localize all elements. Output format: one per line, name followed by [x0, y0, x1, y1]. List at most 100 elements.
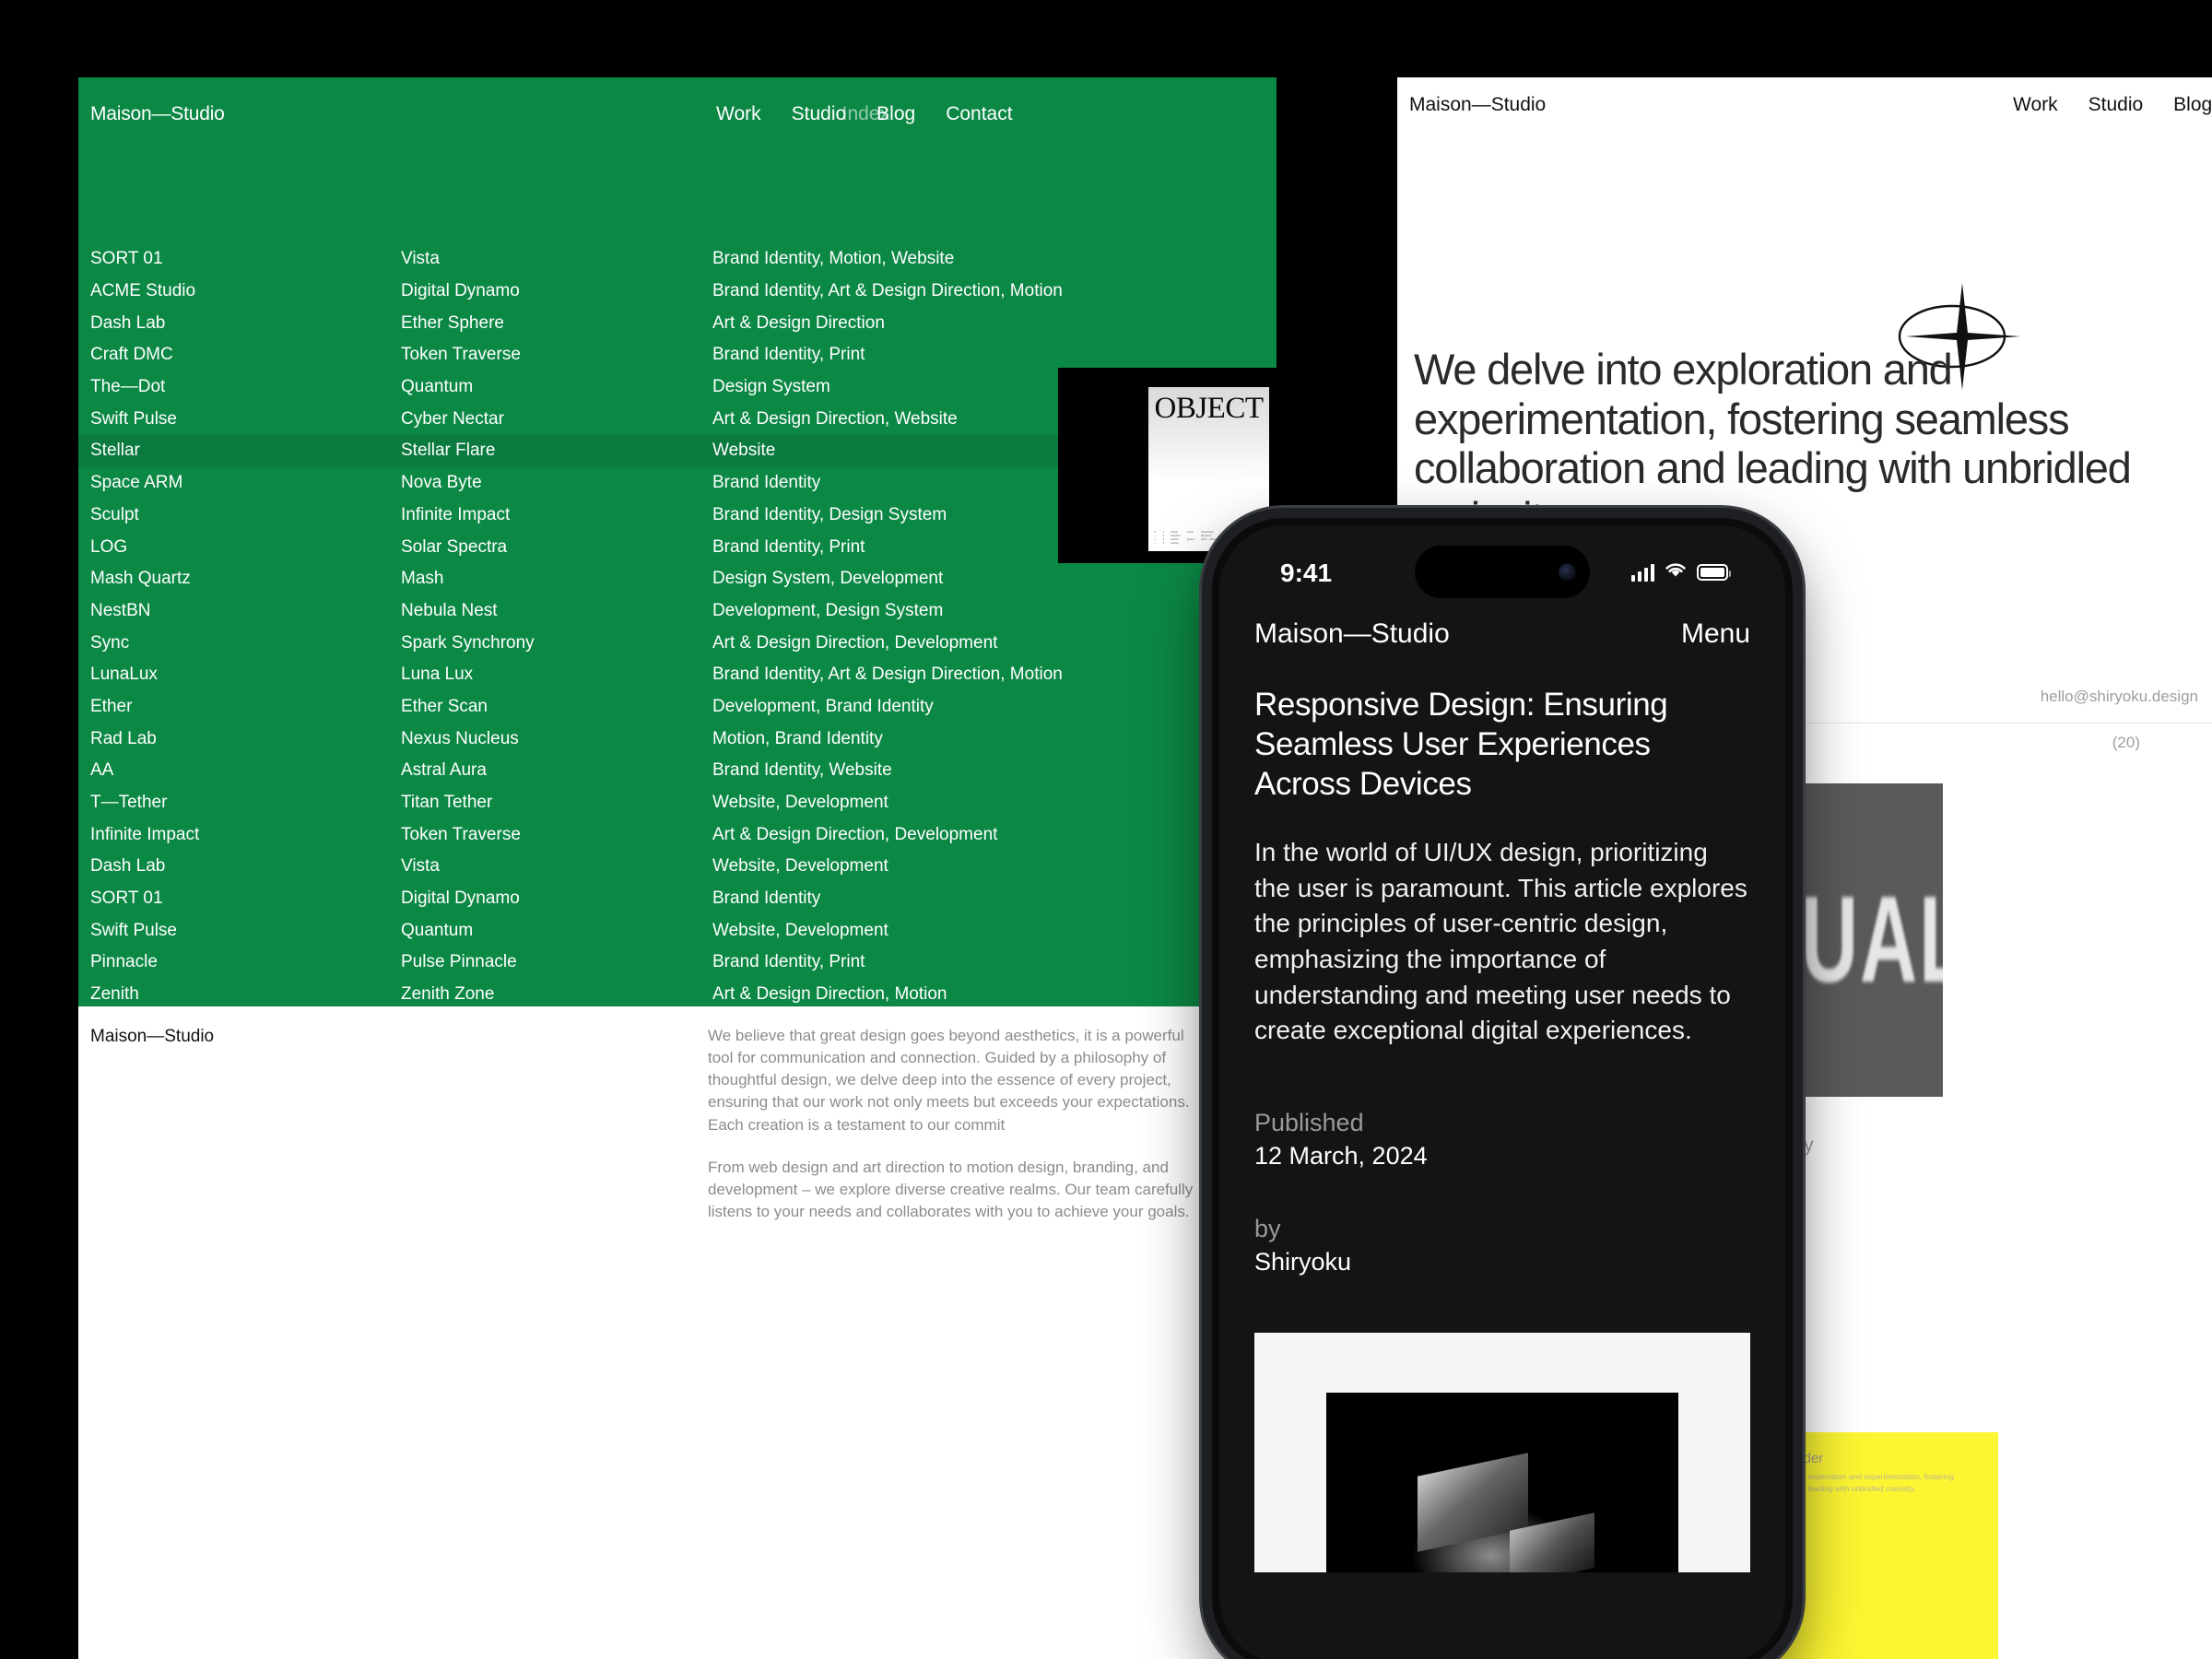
table-row[interactable]: T—Tether Titan Tether Website, Development [78, 787, 1277, 819]
table-row[interactable]: ACME Studio Digital Dynamo Brand Identity,… [78, 276, 1277, 308]
table-row[interactable]: Dash Lab Ether Sphere Art & Design Directi… [78, 307, 1277, 339]
row-client: Craft DMC [90, 345, 173, 365]
phone-status-bar: 9:41 [1219, 525, 1785, 613]
row-project: Digital Dynamo [401, 888, 520, 909]
poster-meta-col-2: 1 2 3 4 [1162, 530, 1165, 545]
author-label: by [1254, 1214, 1281, 1242]
row-project: Infinite Impact [401, 504, 511, 524]
left-site-footer: Maison—Studio We believe that great desi… [78, 1006, 1277, 1659]
row-project: Token Traverse [401, 345, 521, 365]
right-site-nav: Work Studio Blog [2013, 94, 2212, 116]
row-services: Brand Identity [712, 888, 821, 909]
row-services: Brand Identity, Art & Design Direction, … [712, 281, 1063, 301]
table-row[interactable]: SORT 01 Vista Brand Identity, Motion, Webs… [78, 243, 1277, 276]
table-row[interactable]: Rad Lab Nexus Nucleus Motion, Brand Identi… [78, 723, 1277, 755]
dynamic-island [1415, 546, 1590, 598]
right-nav-item-blog[interactable]: Blog [2173, 94, 2212, 116]
nav-item-index[interactable]: Index [842, 103, 889, 125]
table-row[interactable]: Swift Pulse Quantum Website, Development [78, 914, 1277, 947]
row-project: Nexus Nucleus [401, 728, 519, 748]
table-row[interactable]: Mash Quartz Mash Design System, Developmen… [78, 563, 1277, 595]
row-services: Brand Identity, Website [712, 760, 892, 781]
table-row[interactable]: Pinnacle Pulse Pinnacle Brand Identity, Pr… [78, 947, 1277, 979]
nav-item-studio[interactable]: Studio [792, 103, 847, 125]
status-time: 9:41 [1280, 559, 1333, 587]
nav-item-contact[interactable]: Contact [946, 103, 1012, 125]
article-body: In the world of UI/UX design, prioritizi… [1254, 838, 1747, 1045]
row-project: Astral Aura [401, 760, 487, 781]
table-row[interactable]: AA Astral Aura Brand Identity, Website [78, 755, 1277, 787]
row-services: Brand Identity, Art & Design Direction, … [712, 665, 1063, 685]
row-project: Nova Byte [401, 473, 482, 493]
table-row[interactable]: Infinite Impact Token Traverse Art & Desig… [78, 818, 1277, 851]
phone-brand[interactable]: Maison—Studio [1254, 618, 1450, 650]
row-services: Brand Identity, Motion, Website [712, 249, 955, 269]
article-title: Responsive Design: Ensuring Seamless Use… [1254, 687, 1668, 803]
poster-meta-col-4: Visual System [1186, 530, 1195, 541]
wifi-icon [1664, 560, 1688, 583]
row-client: Swift Pulse [90, 408, 177, 429]
table-row[interactable]: SORT 01 Digital Dynamo Brand Identity [78, 883, 1277, 915]
project-index-table: SORT 01 Vista Brand Identity, Motion, Webs… [78, 243, 1277, 1011]
index-green-panel: Maison—Studio Work Studio Blog Contact I… [78, 77, 1277, 1006]
battery-icon [1697, 563, 1731, 581]
table-row[interactable]: Sync Spark Synchrony Art & Design Directio… [78, 627, 1277, 659]
phone-mockup: 9:41 Maison—Studio Menu Responsive Desig… [1212, 518, 1793, 1659]
row-client: Zenith [90, 984, 139, 1005]
row-project: Quantum [401, 377, 474, 397]
row-client: ACME Studio [90, 281, 196, 301]
footer-paragraph-2: From web design and art direction to mot… [708, 1158, 1194, 1220]
nav-item-work[interactable]: Work [716, 103, 761, 125]
row-project: Spark Synchrony [401, 632, 535, 653]
right-site-brand[interactable]: Maison—Studio [1409, 94, 1546, 116]
table-row[interactable]: LunaLux Luna Lux Brand Identity, Art & Des… [78, 659, 1277, 691]
poster-meta-col-1: % — — — [1154, 530, 1157, 545]
table-row[interactable]: NestBN Nebula Nest Development, Design Sys… [78, 595, 1277, 628]
right-site-topbar: Maison—Studio Work Studio Blog [1397, 77, 2212, 135]
row-client: Sculpt [90, 504, 139, 524]
article-author-block: by Shiryoku [1254, 1212, 1750, 1279]
object-poster-title: OBJECT [1154, 392, 1264, 425]
right-nav-item-studio[interactable]: Studio [2088, 94, 2144, 116]
row-services: Development, Design System [712, 600, 944, 620]
row-services: Design System, Development [712, 569, 944, 589]
row-client: NestBN [90, 600, 151, 620]
row-year: 2024 [1238, 281, 1277, 301]
right-nav-item-work[interactable]: Work [2013, 94, 2058, 116]
row-client: Pinnacle [90, 952, 158, 972]
row-client: Ether [90, 696, 133, 716]
row-project: Titan Tether [401, 793, 493, 813]
left-site-brand[interactable]: Maison—Studio [90, 103, 225, 125]
row-client: LOG [90, 536, 128, 557]
row-client: Space ARM [90, 473, 183, 493]
row-client: The—Dot [90, 377, 166, 397]
row-services: Art & Design Direction, Development [712, 632, 998, 653]
contact-email[interactable]: hello@shiryoku.design [2041, 688, 2198, 706]
status-indicators [1630, 560, 1731, 583]
table-row[interactable]: Dash Lab Vista Website, Development [78, 851, 1277, 883]
row-project: Vista [401, 856, 440, 877]
row-project: Token Traverse [401, 824, 521, 844]
row-project: Solar Spectra [401, 536, 508, 557]
footer-copy: We believe that great design goes beyond… [708, 1025, 1201, 1243]
cellular-bars-icon [1630, 563, 1654, 582]
article-published-block: Published 12 March, 2024 [1254, 1106, 1750, 1173]
table-row[interactable]: Craft DMC Token Traverse Brand Identity, P… [78, 339, 1277, 371]
author-value: Shiryoku [1254, 1248, 1352, 1277]
row-services: Website, Development [712, 920, 888, 940]
row-project: Mash [401, 569, 444, 589]
table-row[interactable]: Ether Ether Scan Development, Brand Identi… [78, 691, 1277, 724]
row-project: Zenith Zone [401, 984, 495, 1005]
row-client: Infinite Impact [90, 824, 200, 844]
row-project: Vista [401, 249, 440, 269]
footer-brand: Maison—Studio [90, 1027, 215, 1046]
row-project: Digital Dynamo [401, 281, 520, 301]
phone-menu-button[interactable]: Menu [1681, 618, 1750, 650]
screenshot-canvas: Maison—Studio Work Studio Blog Contact I… [0, 0, 2212, 1659]
row-services: Brand Identity, Print [712, 345, 865, 365]
row-services: Art & Design Direction, Development [712, 824, 998, 844]
row-services: Development, Brand Identity [712, 696, 934, 716]
row-client: Mash Quartz [90, 569, 191, 589]
row-client: SORT 01 [90, 888, 163, 909]
row-year: 2024 [1238, 249, 1277, 269]
